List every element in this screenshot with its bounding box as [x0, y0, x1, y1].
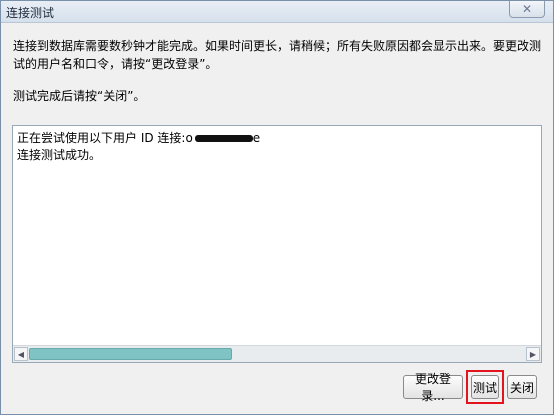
redacted-user-id [194, 135, 253, 142]
horizontal-scrollbar[interactable]: ◀ ▶ [13, 345, 541, 362]
window-title: 连接测试 [6, 6, 55, 20]
title-bar: 连接测试 ✕ [1, 1, 553, 23]
scroll-thumb[interactable] [29, 348, 233, 360]
user-id-start: o [185, 131, 193, 145]
close-hint-text: 测试完成后请按“关闭”。 [13, 89, 146, 103]
test-button[interactable]: 测试 [471, 375, 499, 399]
output-line-success: 连接测试成功。 [17, 148, 102, 162]
close-button[interactable]: 关闭 [507, 375, 537, 399]
change-login-button[interactable]: 更改登录... [403, 372, 463, 403]
scroll-track[interactable] [29, 348, 525, 360]
test-output-box[interactable]: 正在尝试使用以下用户 ID 连接:o e 连接测试成功。 ◀ ▶ [12, 125, 542, 363]
user-id-end: e [252, 131, 261, 145]
instructions-text: 连接到数据库需要数秒钟才能完成。如果时间更长，请稍候；所有失败原因都会显示出来。… [13, 39, 542, 71]
close-icon: ✕ [521, 2, 533, 16]
arrow-right-icon[interactable]: ▶ [526, 347, 540, 361]
connecting-prefix: 正在尝试使用以下用户 ID 连接: [17, 131, 186, 145]
connection-test-dialog: 连接测试 ✕ 连接到数据库需要数秒钟才能完成。如果时间更长，请稍候；所有失败原因… [0, 0, 554, 415]
arrow-left-icon[interactable]: ◀ [14, 347, 28, 361]
close-window-button[interactable]: ✕ [509, 1, 545, 18]
output-line-connecting: 正在尝试使用以下用户 ID 连接:o e [17, 130, 260, 147]
